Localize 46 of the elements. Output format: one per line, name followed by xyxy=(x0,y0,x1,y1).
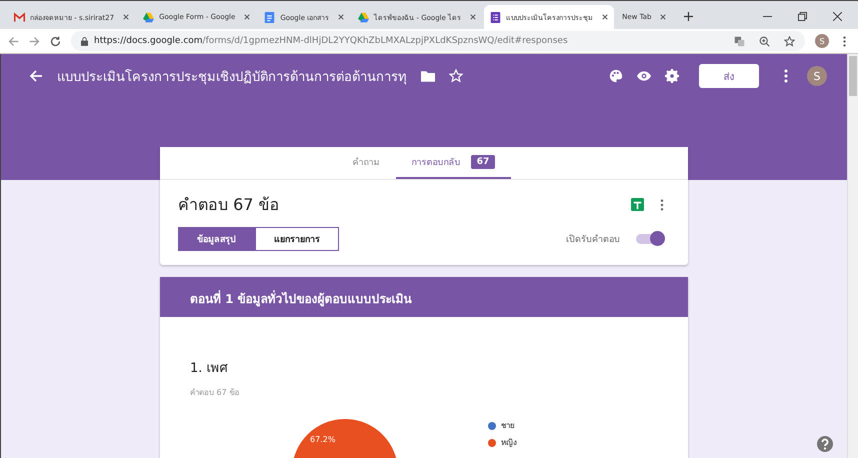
more-icon[interactable] xyxy=(660,198,664,210)
document-icon xyxy=(264,12,276,22)
count-badge: 67 xyxy=(470,155,496,169)
help-icon[interactable] xyxy=(817,436,833,452)
drive-icon xyxy=(358,12,370,22)
star-icon[interactable] xyxy=(784,36,795,46)
close-icon[interactable] xyxy=(123,14,130,20)
close-icon[interactable] xyxy=(470,14,476,20)
url-text: https://docs.google.com/forms/d/1gpmezHNM-dlHjDL2YYQKhZbLMXALzpjPXLdKSpznsWQ/edit#responses xyxy=(94,36,568,46)
new-tab-icon[interactable] xyxy=(684,12,694,21)
question-title: 1. เพศ xyxy=(190,360,229,378)
address-bar[interactable]: https://docs.google.com/forms/d/1gpmezHNM-dlHjDL2YYQKhZbLMXALzpjPXLdKSpznsWQ/edit#responses xyxy=(71,31,805,51)
responses-heading: คำตอบ 67 ข้อ xyxy=(178,194,281,216)
translate-icon[interactable] xyxy=(734,36,745,46)
lock-icon xyxy=(81,36,88,46)
folder-icon[interactable] xyxy=(421,69,435,83)
palette-icon[interactable] xyxy=(609,69,623,83)
accepting-switch[interactable] xyxy=(636,234,662,244)
form-tab[interactable]: คำถาม xyxy=(336,147,396,179)
eye-icon[interactable] xyxy=(637,69,651,83)
form-title: แบบประเมินโครงการประชุมเชิงปฏิบัติการด้านการต่อต้านการทุ xyxy=(57,68,407,86)
response-count: คำตอบ 67 ข้อ xyxy=(190,387,240,399)
legend-label: หญิง xyxy=(501,437,517,449)
close-icon[interactable] xyxy=(338,14,344,20)
forward-icon[interactable] xyxy=(29,36,40,46)
zoom-icon[interactable] xyxy=(759,36,770,46)
mail-icon xyxy=(14,12,25,22)
close-icon[interactable] xyxy=(244,14,250,20)
scrollbar[interactable] xyxy=(847,54,858,458)
close-icon[interactable] xyxy=(660,14,666,20)
drive-icon xyxy=(143,12,154,22)
restore-icon[interactable] xyxy=(798,12,807,21)
reload-icon[interactable] xyxy=(50,36,61,46)
close-icon[interactable] xyxy=(833,12,842,21)
form-icon xyxy=(490,12,502,22)
slice-label: 67.2% xyxy=(310,435,336,444)
legend-label: ชาย xyxy=(501,420,515,432)
close-icon[interactable] xyxy=(602,14,608,20)
back-icon[interactable] xyxy=(8,36,19,46)
section-header: ตอนที่ 1 ข้อมูลทั่วไปของผู้ตอบแบบประเมิน xyxy=(160,277,688,317)
view-toggle-button[interactable]: แยกรายการ xyxy=(255,227,339,251)
settings-icon[interactable] xyxy=(665,69,679,83)
view-toggle-button[interactable]: ข้อมูลสรุป xyxy=(178,227,255,251)
accepting-label: เปิดรับคำตอบ xyxy=(566,234,620,246)
spreadsheet-icon[interactable] xyxy=(631,198,644,211)
send-button[interactable]: ส่ง xyxy=(699,64,759,88)
